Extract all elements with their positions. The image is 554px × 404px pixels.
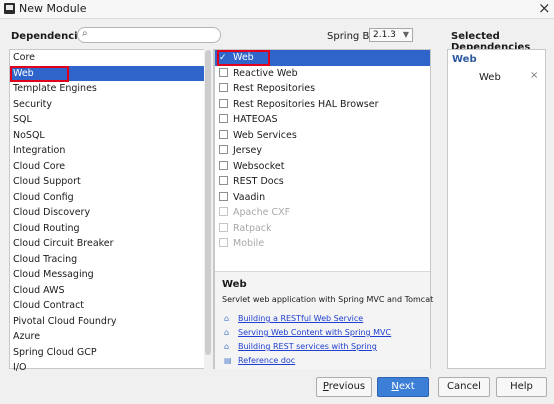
dependency-item[interactable]: HATEOAS bbox=[215, 112, 430, 128]
window-title: New Module bbox=[19, 2, 87, 15]
close-icon[interactable]: × bbox=[538, 0, 551, 17]
next-mnemonic: N bbox=[391, 381, 399, 392]
dependency-item: Mobile bbox=[215, 236, 430, 252]
dependency-label: Jersey bbox=[233, 145, 262, 156]
app-icon bbox=[4, 3, 15, 14]
dependency-item[interactable]: Vaadin bbox=[215, 190, 430, 206]
checkbox[interactable] bbox=[219, 67, 228, 77]
reference-doc-link[interactable]: ▤ Reference doc bbox=[224, 356, 295, 365]
dependency-item[interactable]: Web Services bbox=[215, 128, 430, 144]
category-item[interactable]: Cloud Config bbox=[10, 190, 213, 206]
dependency-label: Mobile bbox=[233, 238, 265, 249]
spring-boot-version-select[interactable]: 2.1.3 ▼ bbox=[369, 28, 413, 42]
home-icon: ⌂ bbox=[224, 342, 230, 351]
category-item[interactable]: Cloud Support bbox=[10, 174, 213, 190]
dependency-label: Apache CXF bbox=[233, 207, 291, 218]
dependency-item: Ratpack bbox=[215, 221, 430, 237]
remove-icon[interactable]: × bbox=[530, 70, 538, 81]
dependency-label: Rest Repositories bbox=[233, 83, 316, 94]
category-list: Core Web Template Engines Security SQL NoSQL I… bbox=[9, 49, 214, 373]
search-input[interactable]: ⌕ bbox=[77, 27, 221, 43]
category-item[interactable]: Cloud Core bbox=[10, 159, 213, 175]
highlight-box-category bbox=[10, 66, 69, 82]
category-item[interactable]: Pivotal Cloud Foundry bbox=[10, 314, 213, 330]
dependency-item[interactable]: Reactive Web bbox=[215, 66, 430, 82]
dependency-item: Apache CXF bbox=[215, 205, 430, 221]
category-item[interactable]: Cloud Contract bbox=[10, 298, 213, 314]
guide-link-label[interactable]: Building a RESTful Web Service bbox=[238, 314, 363, 323]
dependency-item[interactable]: REST Docs bbox=[215, 174, 430, 190]
title-bar: New Module × bbox=[0, 0, 554, 19]
checkbox[interactable] bbox=[219, 176, 228, 185]
scrollbar-thumb[interactable] bbox=[205, 50, 211, 355]
dependency-item[interactable]: Rest Repositories bbox=[215, 81, 430, 97]
category-item[interactable]: Cloud AWS bbox=[10, 283, 213, 299]
checkbox[interactable] bbox=[219, 160, 228, 170]
next-label: ext bbox=[398, 381, 415, 392]
guide-link-label[interactable]: Building REST services with Spring bbox=[238, 342, 377, 351]
checkbox[interactable] bbox=[219, 114, 228, 123]
info-description: Servlet web application with Spring MVC … bbox=[222, 295, 434, 304]
dependency-list: ✓ Web Reactive Web Rest Repositories Rest Re… bbox=[215, 50, 430, 268]
category-item[interactable]: Spring Cloud GCP bbox=[10, 345, 213, 361]
checkbox[interactable] bbox=[219, 83, 228, 92]
dependency-label: Reactive Web bbox=[233, 67, 298, 79]
dependency-label: Web Services bbox=[233, 129, 297, 141]
guide-link-label[interactable]: Serving Web Content with Spring MVC bbox=[238, 328, 391, 337]
search-icon: ⌕ bbox=[82, 28, 88, 39]
category-item[interactable]: Cloud Circuit Breaker bbox=[10, 236, 213, 252]
dependency-panel: ✓ Web Reactive Web Rest Repositories Rest Re… bbox=[214, 49, 434, 369]
category-item[interactable]: SQL bbox=[10, 112, 213, 128]
next-button[interactable]: Next bbox=[377, 377, 429, 397]
category-item[interactable]: Cloud Tracing bbox=[10, 252, 213, 268]
selected-dependencies-panel: Web Web × bbox=[447, 49, 546, 369]
category-item[interactable]: Cloud Messaging bbox=[10, 267, 213, 283]
category-item[interactable]: Integration bbox=[10, 143, 213, 159]
checkbox bbox=[219, 222, 228, 232]
highlight-box-dependency bbox=[217, 50, 270, 66]
checkbox bbox=[219, 207, 228, 216]
category-item[interactable]: Core bbox=[10, 50, 213, 66]
category-scrollbar[interactable] bbox=[204, 49, 213, 369]
cancel-button[interactable]: Cancel bbox=[438, 377, 490, 397]
dependency-info: Web Servlet web application with Spring … bbox=[215, 271, 434, 369]
guide-link-1[interactable]: ⌂ Building a RESTful Web Service bbox=[224, 314, 363, 323]
previous-label: revious bbox=[328, 381, 366, 392]
doc-icon: ▤ bbox=[224, 356, 232, 365]
category-item[interactable]: Azure bbox=[10, 329, 213, 345]
category-item[interactable]: I/O bbox=[10, 360, 213, 376]
help-button[interactable]: Help bbox=[496, 377, 547, 397]
info-title: Web bbox=[222, 279, 247, 290]
dependency-label: Rest Repositories HAL Browser bbox=[233, 98, 379, 110]
chevron-down-icon: ▼ bbox=[402, 30, 409, 39]
guide-link-3[interactable]: ⌂ Building REST services with Spring bbox=[224, 342, 377, 351]
checkbox[interactable] bbox=[219, 191, 228, 201]
checkbox[interactable] bbox=[219, 129, 228, 139]
category-item[interactable]: Cloud Discovery bbox=[10, 205, 213, 221]
category-item[interactable]: Template Engines bbox=[10, 81, 213, 97]
checkbox bbox=[219, 238, 228, 247]
category-item[interactable]: NoSQL bbox=[10, 128, 213, 144]
selected-item-web: Web bbox=[479, 72, 501, 83]
selected-group-label: Web bbox=[452, 54, 477, 65]
reference-doc-label[interactable]: Reference doc bbox=[238, 356, 295, 365]
dependency-label: Websocket bbox=[233, 160, 285, 172]
dependency-label: HATEOAS bbox=[233, 114, 278, 125]
category-item[interactable]: Security bbox=[10, 97, 213, 113]
guide-link-2[interactable]: ⌂ Serving Web Content with Spring MVC bbox=[224, 328, 391, 337]
dependency-label: REST Docs bbox=[233, 176, 284, 187]
dependency-item[interactable]: Websocket bbox=[215, 159, 430, 175]
category-item[interactable]: Cloud Routing bbox=[10, 221, 213, 237]
dependency-label: Vaadin bbox=[233, 191, 266, 203]
checkbox[interactable] bbox=[219, 98, 228, 108]
checkbox[interactable] bbox=[219, 145, 228, 154]
home-icon: ⌂ bbox=[224, 328, 230, 337]
previous-button[interactable]: Previous bbox=[316, 377, 372, 397]
dependency-item[interactable]: Rest Repositories HAL Browser bbox=[215, 97, 430, 113]
dependency-label: Ratpack bbox=[233, 222, 272, 234]
dependency-item[interactable]: Jersey bbox=[215, 143, 430, 159]
spring-boot-version-value: 2.1.3 bbox=[373, 30, 396, 40]
home-icon: ⌂ bbox=[224, 314, 230, 323]
